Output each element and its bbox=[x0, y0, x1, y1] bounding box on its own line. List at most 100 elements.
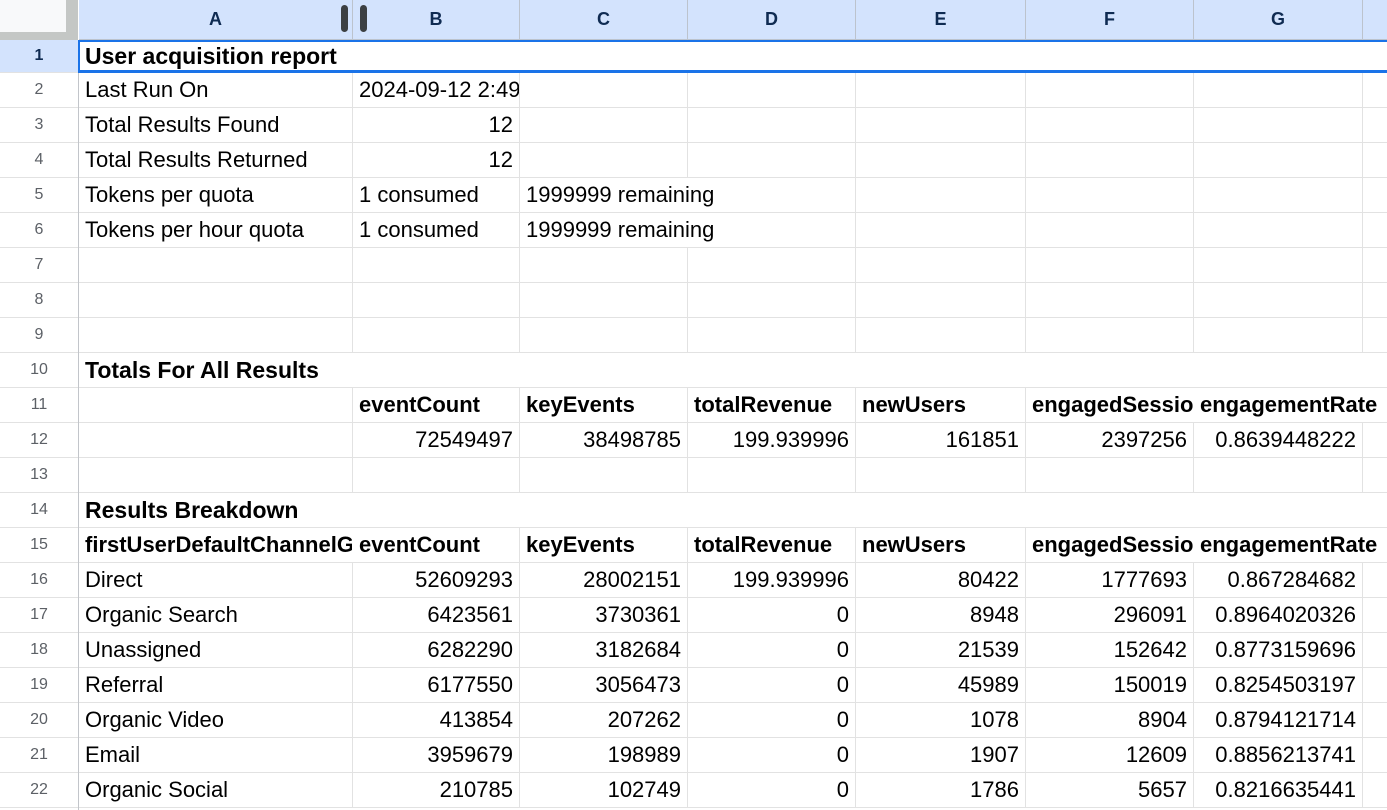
cell-H5[interactable] bbox=[1363, 178, 1387, 212]
cell-B13[interactable] bbox=[353, 458, 520, 492]
cell-A1[interactable]: User acquisition report bbox=[80, 42, 1387, 70]
cell-C21[interactable]: 198989 bbox=[520, 738, 688, 772]
cell-E8[interactable] bbox=[856, 283, 1026, 317]
cell-H19[interactable] bbox=[1363, 668, 1387, 702]
cell-A16[interactable]: Direct bbox=[79, 563, 353, 597]
row-header-14[interactable]: 14 bbox=[0, 493, 78, 528]
freeze-handle-horizontal[interactable] bbox=[0, 32, 78, 40]
cell-F2[interactable] bbox=[1026, 73, 1194, 107]
cell-G8[interactable] bbox=[1194, 283, 1363, 317]
row-header-10[interactable]: 10 bbox=[0, 353, 78, 388]
cell-D22[interactable]: 0 bbox=[688, 773, 856, 807]
select-all-corner[interactable] bbox=[0, 0, 66, 32]
cell-H22[interactable] bbox=[1363, 773, 1387, 807]
cell-B2[interactable]: 2024-09-12 2:49 bbox=[353, 73, 520, 107]
cell-E19[interactable]: 45989 bbox=[856, 668, 1026, 702]
cell-F9[interactable] bbox=[1026, 318, 1194, 352]
cell-H20[interactable] bbox=[1363, 703, 1387, 737]
cell-E5[interactable] bbox=[856, 178, 1026, 212]
cell-F11[interactable]: engagedSessio bbox=[1026, 388, 1194, 422]
cell-E4[interactable] bbox=[856, 143, 1026, 177]
cell-H21[interactable] bbox=[1363, 738, 1387, 772]
cell-C9[interactable] bbox=[520, 318, 688, 352]
cell-F13[interactable] bbox=[1026, 458, 1194, 492]
cell-B8[interactable] bbox=[353, 283, 520, 317]
cell-E22[interactable]: 1786 bbox=[856, 773, 1026, 807]
cell-F21[interactable]: 12609 bbox=[1026, 738, 1194, 772]
column-header-B[interactable]: B bbox=[353, 0, 520, 39]
cell-G11[interactable]: engagementRate bbox=[1194, 388, 1363, 422]
row-header-16[interactable]: 16 bbox=[0, 563, 78, 598]
cell-B16[interactable]: 52609293 bbox=[353, 563, 520, 597]
cell-G5[interactable] bbox=[1194, 178, 1363, 212]
cell-A20[interactable]: Organic Video bbox=[79, 703, 353, 737]
cell-C16[interactable]: 28002151 bbox=[520, 563, 688, 597]
cell-G21[interactable]: 0.8856213741 bbox=[1194, 738, 1363, 772]
row-header-5[interactable]: 5 bbox=[0, 178, 78, 213]
cell-E9[interactable] bbox=[856, 318, 1026, 352]
column-header-A[interactable]: A bbox=[79, 0, 353, 39]
cell-E18[interactable]: 21539 bbox=[856, 633, 1026, 667]
row-header-4[interactable]: 4 bbox=[0, 143, 78, 178]
cell-B11[interactable]: eventCount bbox=[353, 388, 520, 422]
column-header-E[interactable]: E bbox=[856, 0, 1026, 39]
cell-H9[interactable] bbox=[1363, 318, 1387, 352]
cell-D20[interactable]: 0 bbox=[688, 703, 856, 737]
cell-A15[interactable]: firstUserDefaultChannelG bbox=[79, 528, 353, 562]
row-header-3[interactable]: 3 bbox=[0, 108, 78, 143]
cell-H12[interactable] bbox=[1363, 423, 1387, 457]
cell-G13[interactable] bbox=[1194, 458, 1363, 492]
cell-D3[interactable] bbox=[688, 108, 856, 142]
cell-F18[interactable]: 152642 bbox=[1026, 633, 1194, 667]
cell-H13[interactable] bbox=[1363, 458, 1387, 492]
column-header-partial[interactable] bbox=[1363, 0, 1387, 39]
cell-B15[interactable]: eventCount bbox=[353, 528, 520, 562]
cell-B20[interactable]: 413854 bbox=[353, 703, 520, 737]
cell-D6[interactable] bbox=[688, 213, 856, 247]
cell-B17[interactable]: 6423561 bbox=[353, 598, 520, 632]
column-header-D[interactable]: D bbox=[688, 0, 856, 39]
cell-D17[interactable]: 0 bbox=[688, 598, 856, 632]
cell-F8[interactable] bbox=[1026, 283, 1194, 317]
cell-D4[interactable] bbox=[688, 143, 856, 177]
cell-E20[interactable]: 1078 bbox=[856, 703, 1026, 737]
cell-G20[interactable]: 0.8794121714 bbox=[1194, 703, 1363, 737]
cell-A3[interactable]: Total Results Found bbox=[79, 108, 353, 142]
cell-E6[interactable] bbox=[856, 213, 1026, 247]
cell-B22[interactable]: 210785 bbox=[353, 773, 520, 807]
cell-D12[interactable]: 199.939996 bbox=[688, 423, 856, 457]
cell-H17[interactable] bbox=[1363, 598, 1387, 632]
cell-A2[interactable]: Last Run On bbox=[79, 73, 353, 107]
row-header-18[interactable]: 18 bbox=[0, 633, 78, 668]
row-header-21[interactable]: 21 bbox=[0, 738, 78, 773]
cell-C4[interactable] bbox=[520, 143, 688, 177]
cell-H16[interactable] bbox=[1363, 563, 1387, 597]
cell-G17[interactable]: 0.8964020326 bbox=[1194, 598, 1363, 632]
cell-C20[interactable]: 207262 bbox=[520, 703, 688, 737]
cell-H4[interactable] bbox=[1363, 143, 1387, 177]
cell-H8[interactable] bbox=[1363, 283, 1387, 317]
cell-A8[interactable] bbox=[79, 283, 353, 317]
cell-D19[interactable]: 0 bbox=[688, 668, 856, 702]
cell-A4[interactable]: Total Results Returned bbox=[79, 143, 353, 177]
cell-D15[interactable]: totalRevenue bbox=[688, 528, 856, 562]
cell-D16[interactable]: 199.939996 bbox=[688, 563, 856, 597]
cell-A6[interactable]: Tokens per hour quota bbox=[79, 213, 353, 247]
cell-G7[interactable] bbox=[1194, 248, 1363, 282]
cell-B9[interactable] bbox=[353, 318, 520, 352]
cell-D5[interactable] bbox=[688, 178, 856, 212]
cell-H7[interactable] bbox=[1363, 248, 1387, 282]
cell-F15[interactable]: engagedSessio bbox=[1026, 528, 1194, 562]
cell-F6[interactable] bbox=[1026, 213, 1194, 247]
cell-A5[interactable]: Tokens per quota bbox=[79, 178, 353, 212]
cell-C8[interactable] bbox=[520, 283, 688, 317]
cell-C17[interactable]: 3730361 bbox=[520, 598, 688, 632]
cell-A19[interactable]: Referral bbox=[79, 668, 353, 702]
cell-G6[interactable] bbox=[1194, 213, 1363, 247]
cell-F7[interactable] bbox=[1026, 248, 1194, 282]
cell-F17[interactable]: 296091 bbox=[1026, 598, 1194, 632]
cell-D18[interactable]: 0 bbox=[688, 633, 856, 667]
row-header-9[interactable]: 9 bbox=[0, 318, 78, 353]
cell-C5[interactable]: 1999999 remaining bbox=[520, 178, 688, 212]
cell-D11[interactable]: totalRevenue bbox=[688, 388, 856, 422]
